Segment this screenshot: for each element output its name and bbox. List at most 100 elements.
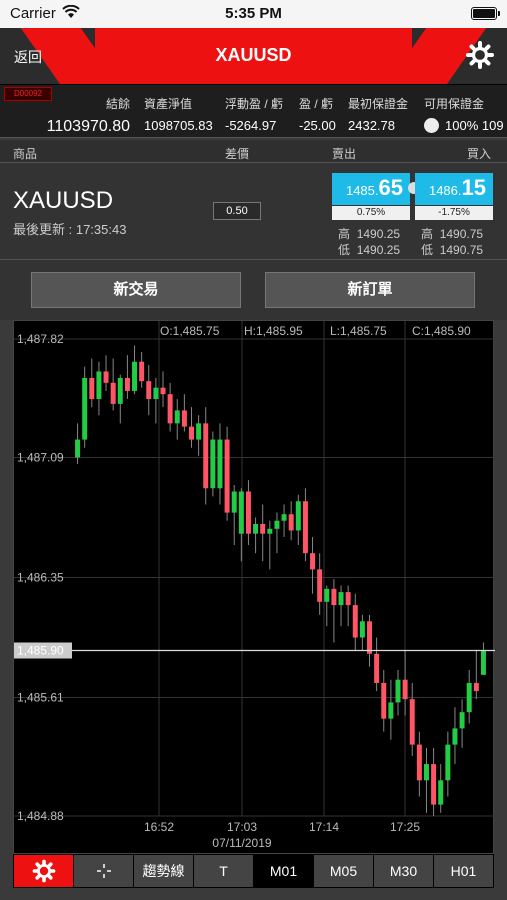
y-tick-label: 1,487.82	[17, 332, 64, 346]
candle-body	[160, 387, 166, 395]
candle-body	[445, 744, 451, 781]
candle-body	[224, 439, 230, 513]
col-product: 商品	[13, 147, 38, 161]
chart-toolbar: 趨勢線 T M01 M05 M30 H01	[13, 854, 494, 888]
candle-body	[196, 423, 202, 440]
initial-margin: 最初保證金 2432.78	[348, 97, 409, 133]
candle-body	[295, 501, 301, 531]
sell-low: 低 1490.25	[338, 243, 401, 257]
candle-body	[167, 394, 173, 424]
candle-body	[352, 605, 358, 638]
sell-price-button[interactable]: 1485.65	[332, 173, 410, 205]
new-trade-button[interactable]: 新交易	[31, 272, 241, 308]
y-tick-label: 1,485.61	[17, 691, 64, 705]
candle-body	[466, 682, 472, 713]
col-buy: 買入	[467, 147, 492, 161]
candle-body	[374, 653, 380, 683]
equity: 資產淨值 1098705.83	[144, 97, 213, 133]
quote-row[interactable]: XAUUSD 最後更新 : 17:35:43 0.50 1485.65 0.75…	[0, 162, 507, 260]
candle-body	[402, 679, 408, 700]
candle-body	[395, 679, 401, 703]
candle-body	[288, 514, 294, 531]
y-tick-label: 1,486.35	[17, 571, 64, 585]
timeframe-h01[interactable]: H01	[434, 855, 493, 887]
candle-body	[473, 682, 479, 692]
candle-body	[210, 439, 216, 489]
y-tick-label: 1,484.88	[17, 809, 64, 823]
balance: 結餘 1103970.80	[46, 97, 130, 135]
trendline-button[interactable]: 趨勢線	[134, 855, 194, 887]
candle-body	[310, 553, 316, 570]
crosshair-button[interactable]	[74, 855, 134, 887]
floating-pl: 浮動盈 / 虧 -5264.97	[225, 97, 284, 133]
candle-body	[124, 377, 130, 391]
chart-settings-button[interactable]	[14, 855, 74, 887]
candle-body	[331, 588, 337, 606]
candle-body	[480, 650, 486, 675]
buy-price-button[interactable]: 1486.15	[415, 173, 493, 205]
free-margin: 可用保證金 100% 109	[424, 97, 504, 133]
timeframe-m30[interactable]: M30	[374, 855, 434, 887]
current-price-label: 1,485.90	[17, 644, 64, 658]
ohlc-high: H:1,485.95	[244, 324, 303, 338]
candlestick-chart[interactable]: 1,487.82 1,487.09 1,486.35 1,485.61 1,484.88…	[13, 320, 495, 855]
candle-body	[245, 491, 251, 534]
account-summary: D00092 結餘 1103970.80 資產淨值 1098705.83 浮動盈 /…	[0, 84, 507, 138]
candle-body	[139, 361, 145, 382]
symbol: XAUUSD	[13, 187, 114, 214]
candle-body	[409, 699, 415, 745]
ohlc-low: L:1,485.75	[330, 324, 387, 338]
candle-body	[338, 592, 344, 606]
candle-body	[253, 523, 259, 534]
candle-body	[345, 592, 351, 606]
candle-body	[217, 439, 223, 489]
ohlc-open: O:1,485.75	[160, 324, 220, 338]
candle-body	[181, 410, 187, 427]
candle-body	[153, 387, 159, 400]
candle-body	[110, 382, 116, 404]
col-spread: 差價	[225, 147, 250, 161]
x-date-label: 07/11/2019	[212, 836, 271, 850]
candle-body	[381, 682, 387, 719]
margin-indicator-icon	[424, 118, 439, 133]
gear-icon[interactable]	[465, 40, 495, 70]
candle-body	[452, 728, 458, 745]
candle-body	[260, 523, 266, 534]
candle-body	[438, 780, 444, 805]
candle-body	[103, 371, 109, 383]
candle-body	[188, 426, 194, 440]
candle-body	[238, 491, 244, 534]
timeframe-m05[interactable]: M05	[314, 855, 374, 887]
new-order-button[interactable]: 新訂單	[265, 272, 475, 308]
chart-canvas[interactable]: 1,487.82 1,487.09 1,486.35 1,485.61 1,484.88…	[14, 321, 495, 855]
timeframe-m01[interactable]: M01	[254, 855, 314, 887]
quote-table-header: 商品 差價 賣出 買入	[0, 140, 507, 162]
candle-body	[231, 491, 237, 513]
candle-body	[274, 520, 280, 529]
candle-body	[423, 764, 429, 781]
sell-change: 0.75%	[332, 206, 410, 220]
spread-value: 0.50	[213, 202, 261, 220]
candle-body	[388, 702, 394, 719]
gear-icon	[32, 859, 55, 883]
candle-body	[267, 528, 273, 534]
candle-body	[82, 377, 88, 440]
candle-body	[174, 410, 180, 424]
candle-body	[431, 764, 437, 805]
x-tick-label: 17:14	[309, 820, 339, 834]
candle-body	[75, 439, 81, 458]
candle-body	[146, 381, 152, 400]
candle-body	[89, 377, 95, 400]
battery-icon	[471, 7, 500, 20]
pl: 盈 / 虧 -25.00	[299, 97, 336, 133]
page-title: XAUUSD	[215, 45, 292, 65]
candle-body	[416, 744, 422, 781]
status-bar: Carrier 5:35 PM	[0, 0, 507, 28]
x-tick-label: 17:03	[227, 820, 257, 834]
text-tool-button[interactable]: T	[194, 855, 254, 887]
action-buttons: 新交易 新訂單	[0, 260, 507, 320]
candle-body	[359, 621, 365, 638]
candle-body	[367, 621, 373, 654]
candle-body	[302, 501, 308, 554]
last-updated: 最後更新 : 17:35:43	[13, 222, 127, 237]
